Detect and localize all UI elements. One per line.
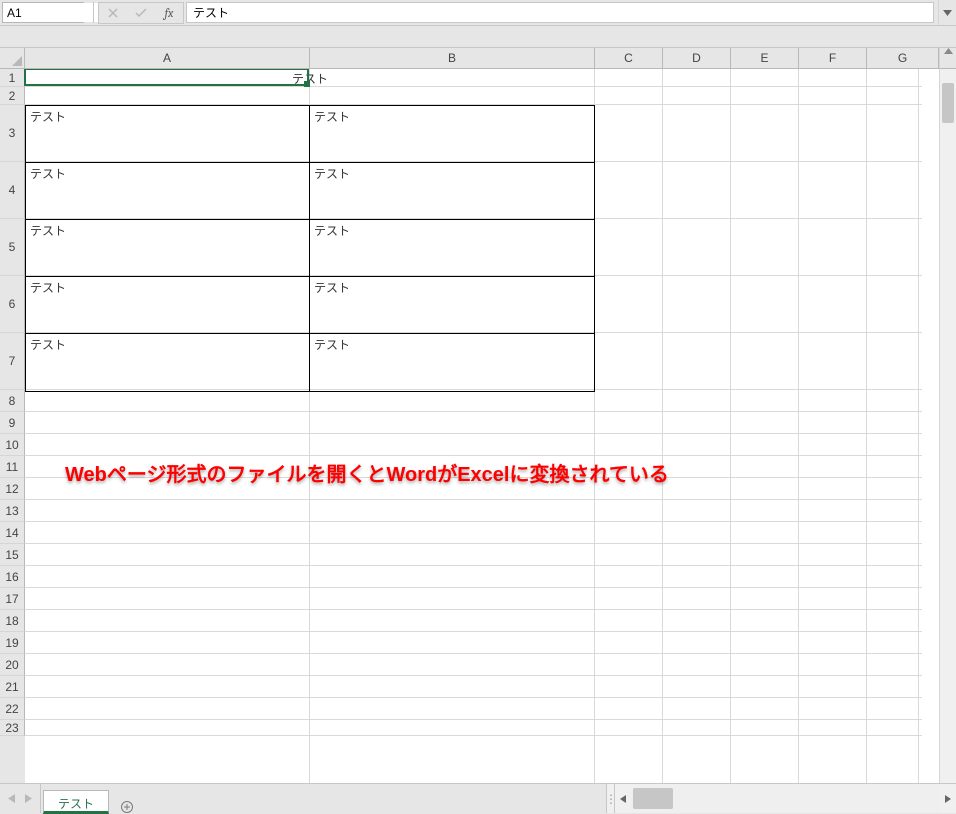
row-header-16[interactable]: 16: [0, 566, 25, 588]
cell[interactable]: テスト: [26, 106, 310, 162]
row-header-8[interactable]: 8: [0, 390, 25, 412]
sheet-tab-active[interactable]: テスト: [43, 790, 109, 814]
table-row: テストテスト: [26, 106, 594, 163]
hscroll-right[interactable]: [940, 784, 956, 813]
new-sheet-button[interactable]: [113, 801, 141, 813]
hscroll-gripper[interactable]: ⋮: [607, 784, 615, 813]
name-box[interactable]: [2, 2, 84, 23]
col-header-D[interactable]: D: [663, 48, 731, 69]
table-row: テストテスト: [26, 277, 594, 334]
column-headers: ABCDEFG: [0, 48, 956, 69]
enter-button: [127, 3, 155, 23]
row-header-23[interactable]: 23: [0, 720, 25, 736]
cell[interactable]: テスト: [26, 277, 310, 333]
row-header-15[interactable]: 15: [0, 544, 25, 566]
tab-nav-next[interactable]: [25, 794, 32, 803]
table-row: テストテスト: [26, 334, 594, 391]
formula-bar-expand[interactable]: [938, 0, 956, 25]
horizontal-scrollbar[interactable]: ⋮: [606, 784, 956, 813]
annotation-text: Webページ形式のファイルを開くとWordがExcelに変換されている: [65, 458, 669, 487]
row-header-21[interactable]: 21: [0, 676, 25, 698]
formula-input-text: テスト: [193, 4, 229, 21]
table-row: テストテスト: [26, 220, 594, 277]
cell[interactable]: テスト: [26, 220, 310, 276]
row-header-6[interactable]: 6: [0, 276, 25, 333]
hscroll-left[interactable]: [615, 784, 631, 813]
cell[interactable]: テスト: [26, 163, 310, 219]
row-header-20[interactable]: 20: [0, 654, 25, 676]
tab-nav-prev[interactable]: [8, 794, 15, 803]
vscroll-thumb[interactable]: [942, 83, 954, 123]
row-header-3[interactable]: 3: [0, 105, 25, 162]
cell[interactable]: テスト: [310, 220, 594, 276]
content-table: テストテストテストテストテストテストテストテストテストテスト: [25, 105, 595, 392]
cell[interactable]: テスト: [310, 106, 594, 162]
row-header-1[interactable]: 1: [0, 69, 25, 87]
row-header-9[interactable]: 9: [0, 412, 25, 434]
cell[interactable]: テスト: [310, 277, 594, 333]
formula-input[interactable]: テスト: [186, 2, 934, 23]
cell[interactable]: テスト: [310, 334, 594, 391]
row-header-18[interactable]: 18: [0, 610, 25, 632]
row-header-5[interactable]: 5: [0, 219, 25, 276]
table-row: テストテスト: [26, 163, 594, 220]
spreadsheet: ABCDEFG 12345678910111213141516171819202…: [0, 48, 956, 783]
cells-area[interactable]: テストテストテストテストテストテストテストテストテストテストテストWebページ形…: [25, 69, 939, 783]
row-header-7[interactable]: 7: [0, 333, 25, 390]
row-header-14[interactable]: 14: [0, 522, 25, 544]
cell[interactable]: テスト: [26, 334, 310, 391]
col-header-C[interactable]: C: [595, 48, 663, 69]
row-header-11[interactable]: 11: [0, 456, 25, 478]
col-header-G[interactable]: G: [867, 48, 939, 69]
hscroll-thumb[interactable]: [633, 788, 673, 809]
row-header-17[interactable]: 17: [0, 588, 25, 610]
title-cell[interactable]: テスト: [25, 69, 595, 87]
select-all-corner[interactable]: [0, 48, 25, 69]
tab-nav[interactable]: [0, 784, 41, 813]
row-header-22[interactable]: 22: [0, 698, 25, 720]
divider: [0, 26, 956, 48]
row-header-19[interactable]: 19: [0, 632, 25, 654]
formula-controls: fx: [98, 2, 184, 24]
row-header-13[interactable]: 13: [0, 500, 25, 522]
row-header-2[interactable]: 2: [0, 87, 25, 105]
insert-function-button[interactable]: fx: [155, 3, 183, 23]
col-header-A[interactable]: A: [25, 48, 310, 69]
col-header-B[interactable]: B: [310, 48, 595, 69]
col-header-E[interactable]: E: [731, 48, 799, 69]
sheet-tab-bar: テスト ⋮: [0, 783, 956, 813]
row-header-4[interactable]: 4: [0, 162, 25, 219]
formula-bar: fx テスト: [0, 0, 956, 26]
vscroll-up[interactable]: [939, 48, 956, 69]
col-header-F[interactable]: F: [799, 48, 867, 69]
row-headers: 1234567891011121314151617181920212223: [0, 69, 25, 783]
vertical-scrollbar[interactable]: [939, 69, 956, 783]
row-header-12[interactable]: 12: [0, 478, 25, 500]
row-header-10[interactable]: 10: [0, 434, 25, 456]
cancel-button: [99, 3, 127, 23]
cell[interactable]: テスト: [310, 163, 594, 219]
